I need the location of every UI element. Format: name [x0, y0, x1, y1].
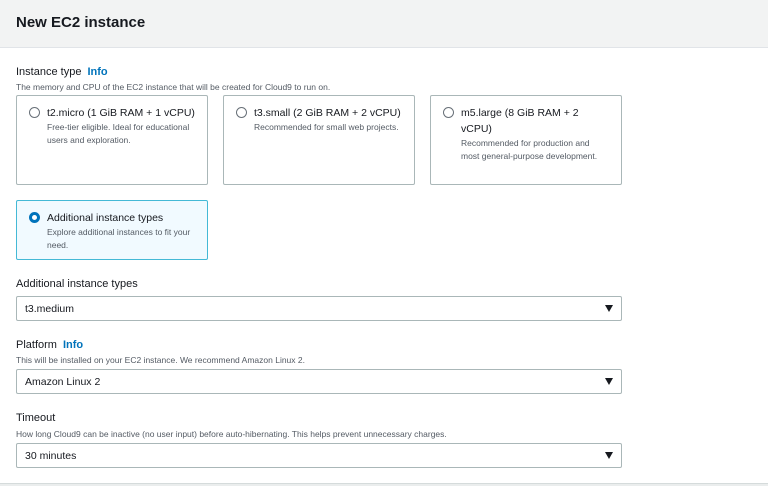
option-description: Recommended for production and most gene…	[461, 138, 598, 161]
timeout-description: How long Cloud9 can be inactive (no user…	[16, 429, 447, 439]
radio-icon[interactable]	[443, 107, 454, 118]
panel-header: New EC2 instance	[0, 0, 768, 48]
radio-icon[interactable]	[236, 107, 247, 118]
instance-option-additional[interactable]: Additional instance types Explore additi…	[16, 200, 208, 260]
instance-option-t3-small[interactable]: t3.small (2 GiB RAM + 2 vCPU) Recommende…	[223, 95, 415, 185]
caret-down-icon	[605, 452, 613, 459]
option-description: Explore additional instances to fit your…	[47, 227, 191, 250]
option-title: t3.small (2 GiB RAM + 2 vCPU)	[254, 107, 401, 119]
platform-select[interactable]: Amazon Linux 2	[16, 369, 622, 394]
instance-type-description: The memory and CPU of the EC2 instance t…	[16, 82, 331, 92]
option-title: t2.micro (1 GiB RAM + 1 vCPU)	[47, 107, 195, 119]
additional-types-label: Additional instance types	[16, 278, 138, 290]
select-value: 30 minutes	[25, 450, 77, 462]
instance-type-info-link[interactable]: Info	[87, 66, 107, 78]
platform-description: This will be installed on your EC2 insta…	[16, 355, 305, 365]
select-value: t3.medium	[25, 303, 75, 315]
platform-label: Platform Info	[16, 339, 83, 351]
label-text: Instance type	[16, 66, 82, 78]
label-text: Platform	[16, 339, 57, 351]
timeout-label: Timeout	[16, 412, 56, 424]
platform-info-link[interactable]: Info	[63, 339, 83, 351]
option-title: Additional instance types	[47, 212, 164, 224]
caret-down-icon	[605, 378, 613, 385]
instance-type-label: Instance type Info	[16, 66, 108, 78]
caret-down-icon	[605, 305, 613, 312]
instance-option-t2-micro[interactable]: t2.micro (1 GiB RAM + 1 vCPU) Free-tier …	[16, 95, 208, 185]
page-title: New EC2 instance	[16, 14, 146, 31]
timeout-select[interactable]: 30 minutes	[16, 443, 622, 468]
select-value: Amazon Linux 2	[25, 376, 101, 388]
option-description: Free-tier eligible. Ideal for educationa…	[47, 122, 190, 145]
option-title: m5.large (8 GiB RAM + 2 vCPU)	[461, 107, 579, 135]
instance-option-m5-large[interactable]: m5.large (8 GiB RAM + 2 vCPU) Recommende…	[430, 95, 622, 185]
additional-types-select[interactable]: t3.medium	[16, 296, 622, 321]
radio-icon[interactable]	[29, 107, 40, 118]
radio-selected-icon[interactable]	[29, 212, 40, 223]
option-description: Recommended for small web projects.	[254, 122, 399, 132]
